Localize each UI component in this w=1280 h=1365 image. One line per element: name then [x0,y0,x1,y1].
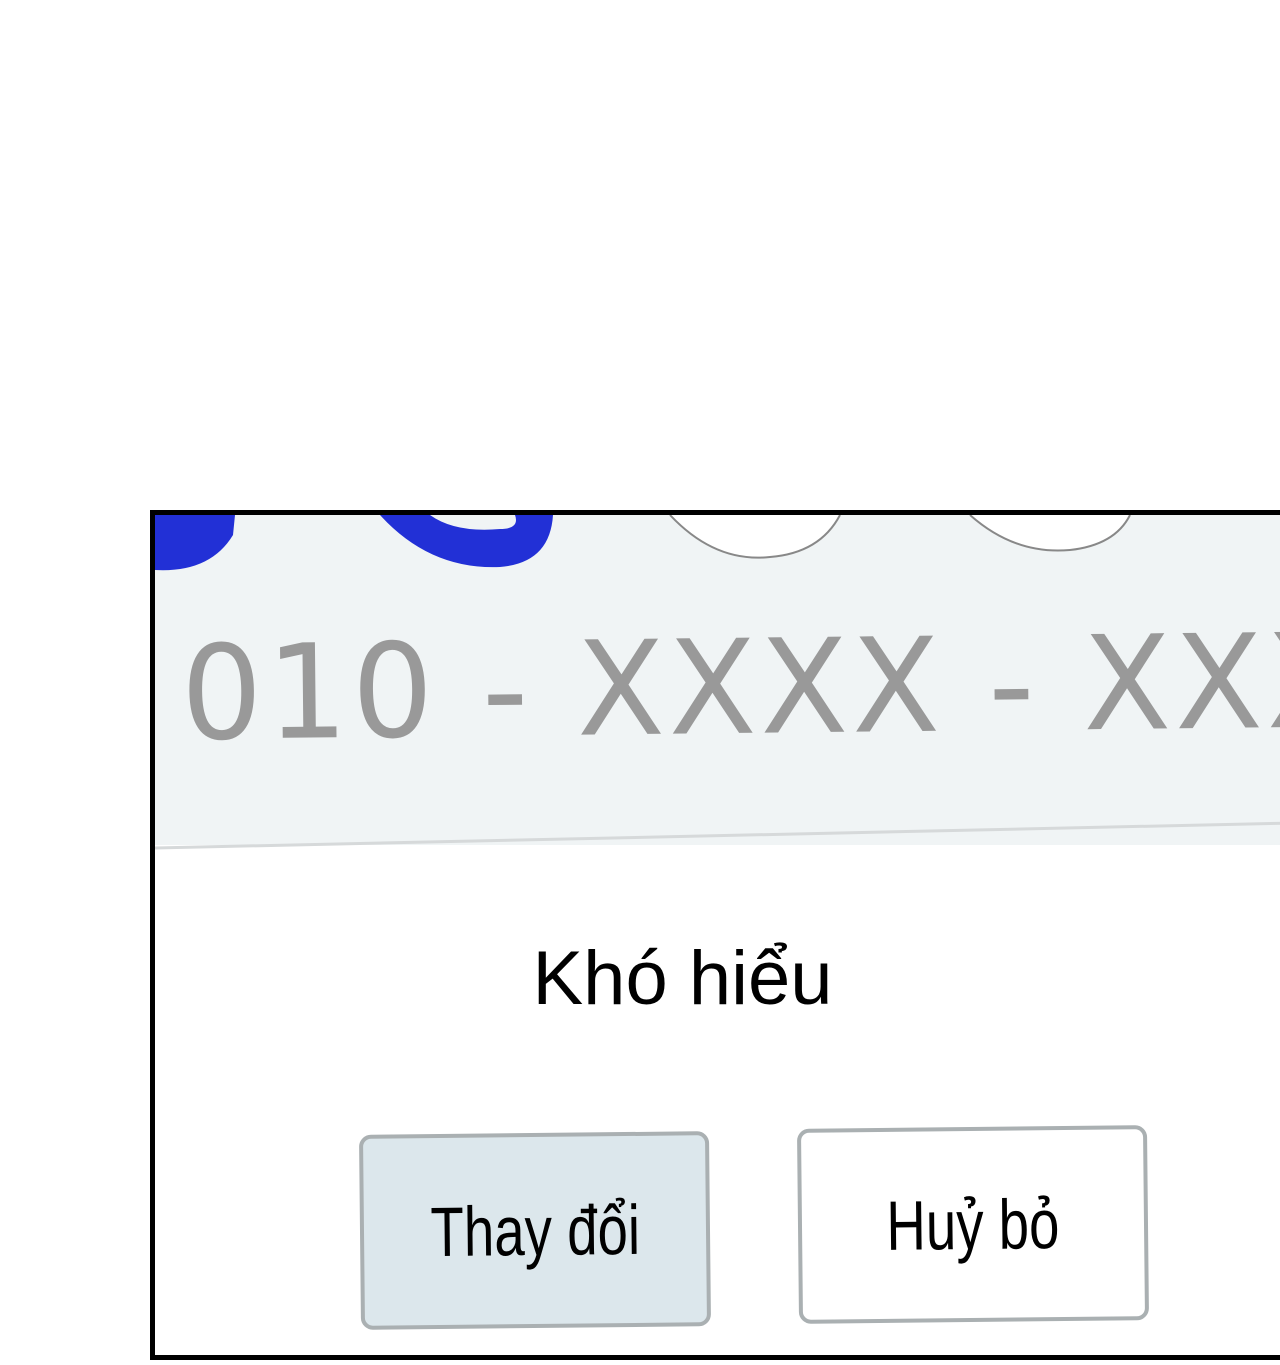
dialog-message: Khó hiểu [532,936,833,1021]
change-button[interactable]: Thay đổi [358,1131,712,1330]
cancel-button[interactable]: Huỷ bỏ [796,1125,1150,1324]
dialog-panel: 010 - XXXX - XXXX Khó hiểu Thay đổi Huỷ … [150,510,1280,1360]
change-button-label: Thay đổi [429,1190,641,1271]
cancel-button-label: Huỷ bỏ [886,1184,1060,1265]
field-bottom-border [155,821,1280,850]
